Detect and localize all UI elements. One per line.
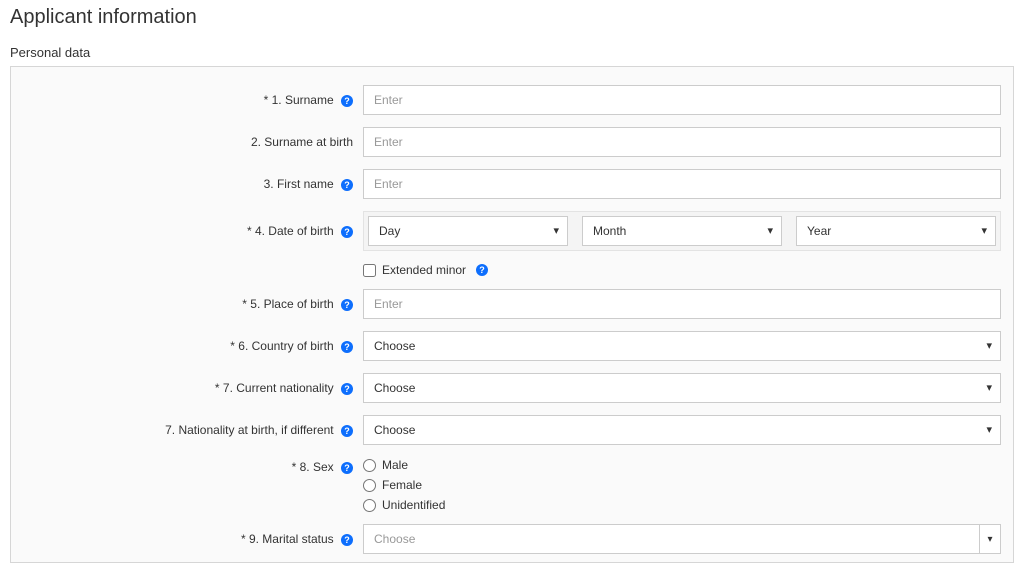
marital-status-toggle[interactable]: ▾: [979, 524, 1001, 554]
label-sex-text: * 8. Sex: [292, 460, 334, 474]
row-current-nationality: * 7. Current nationality ? Choose ▾: [23, 373, 1001, 403]
extended-minor-checkbox[interactable]: [363, 264, 376, 277]
sex-unidentified-option[interactable]: Unidentified: [363, 498, 1001, 512]
sex-male-label: Male: [382, 458, 408, 472]
label-dob-text: * 4. Date of birth: [247, 224, 334, 238]
marital-status-combo[interactable]: Choose ▾: [363, 524, 1001, 554]
sex-male-option[interactable]: Male: [363, 458, 1001, 472]
info-icon[interactable]: ?: [341, 179, 353, 191]
dob-day-select[interactable]: Day ▾: [368, 216, 568, 246]
label-current-nationality-text: * 7. Current nationality: [215, 381, 334, 395]
row-marital-status: * 9. Marital status ? Choose ▾: [23, 524, 1001, 554]
row-country-birth: * 6. Country of birth ? Choose ▾: [23, 331, 1001, 361]
label-marital-status: * 9. Marital status ?: [23, 530, 363, 548]
label-place-birth-text: * 5. Place of birth: [242, 297, 333, 311]
row-extended-minor: Extended minor ?: [23, 263, 1001, 277]
personal-data-form: * 1. Surname ? 2. Surname at birth 3. Fi…: [10, 66, 1014, 563]
country-birth-value: Choose: [374, 339, 415, 353]
label-first-name-text: 3. First name: [264, 177, 334, 191]
first-name-input[interactable]: [363, 169, 1001, 199]
label-country-birth: * 6. Country of birth ?: [23, 337, 363, 355]
sex-female-radio[interactable]: [363, 479, 376, 492]
chevron-down-icon: ▾: [986, 416, 992, 444]
current-nationality-select[interactable]: Choose ▾: [363, 373, 1001, 403]
dob-day-label: Day: [379, 224, 400, 238]
sex-unidentified-label: Unidentified: [382, 498, 445, 512]
surname-input[interactable]: [363, 85, 1001, 115]
label-surname-text: * 1. Surname: [264, 93, 334, 107]
row-nationality-birth: 7. Nationality at birth, if different ? …: [23, 415, 1001, 445]
info-icon[interactable]: ?: [341, 425, 353, 437]
label-sex: * 8. Sex ?: [23, 457, 363, 476]
label-surname-birth-text: 2. Surname at birth: [251, 135, 353, 149]
info-icon[interactable]: ?: [341, 383, 353, 395]
nationality-birth-value: Choose: [374, 423, 415, 437]
row-first-name: 3. First name ?: [23, 169, 1001, 199]
info-icon[interactable]: ?: [341, 299, 353, 311]
label-surname-birth: 2. Surname at birth: [23, 133, 363, 151]
label-dob: * 4. Date of birth ?: [23, 222, 363, 240]
dob-month-label: Month: [593, 224, 626, 238]
surname-birth-input[interactable]: [363, 127, 1001, 157]
sex-male-radio[interactable]: [363, 459, 376, 472]
label-current-nationality: * 7. Current nationality ?: [23, 379, 363, 397]
section-title: Personal data: [10, 45, 1014, 60]
sex-female-option[interactable]: Female: [363, 478, 1001, 492]
label-nationality-birth: 7. Nationality at birth, if different ?: [23, 421, 363, 439]
nationality-birth-select[interactable]: Choose ▾: [363, 415, 1001, 445]
country-birth-select[interactable]: Choose ▾: [363, 331, 1001, 361]
label-place-birth: * 5. Place of birth ?: [23, 295, 363, 313]
row-surname-birth: 2. Surname at birth: [23, 127, 1001, 157]
extended-minor-check[interactable]: Extended minor ?: [363, 263, 1001, 277]
row-place-birth: * 5. Place of birth ?: [23, 289, 1001, 319]
label-country-birth-text: * 6. Country of birth: [230, 339, 333, 353]
dob-month-select[interactable]: Month ▾: [582, 216, 782, 246]
chevron-down-icon: ▾: [986, 374, 992, 402]
label-nationality-birth-text: 7. Nationality at birth, if different: [165, 423, 334, 437]
sex-unidentified-radio[interactable]: [363, 499, 376, 512]
chevron-down-icon: ▾: [553, 217, 559, 245]
sex-female-label: Female: [382, 478, 422, 492]
info-icon[interactable]: ?: [341, 226, 353, 238]
dob-year-label: Year: [807, 224, 831, 238]
row-sex: * 8. Sex ? Male Female Unidentified: [23, 457, 1001, 512]
chevron-down-icon: ▾: [767, 217, 773, 245]
dob-group: Day ▾ Month ▾ Year ▾: [363, 211, 1001, 251]
info-icon[interactable]: ?: [476, 264, 488, 276]
info-icon[interactable]: ?: [341, 534, 353, 546]
chevron-down-icon: ▾: [981, 217, 987, 245]
label-marital-status-text: * 9. Marital status: [241, 532, 334, 546]
label-first-name: 3. First name ?: [23, 175, 363, 193]
dob-year-select[interactable]: Year ▾: [796, 216, 996, 246]
sex-radio-group: Male Female Unidentified: [363, 458, 1001, 512]
info-icon[interactable]: ?: [341, 341, 353, 353]
chevron-down-icon: ▾: [986, 332, 992, 360]
info-icon[interactable]: ?: [341, 462, 353, 474]
extended-minor-label: Extended minor: [382, 263, 466, 277]
place-birth-input[interactable]: [363, 289, 1001, 319]
page-title: Applicant information: [10, 6, 1014, 29]
info-icon[interactable]: ?: [341, 95, 353, 107]
row-surname: * 1. Surname ?: [23, 85, 1001, 115]
current-nationality-value: Choose: [374, 381, 415, 395]
marital-status-value: Choose: [363, 524, 979, 554]
caret-down-icon: ▾: [987, 534, 992, 545]
row-dob: * 4. Date of birth ? Day ▾ Month ▾ Year …: [23, 211, 1001, 251]
label-surname: * 1. Surname ?: [23, 91, 363, 109]
